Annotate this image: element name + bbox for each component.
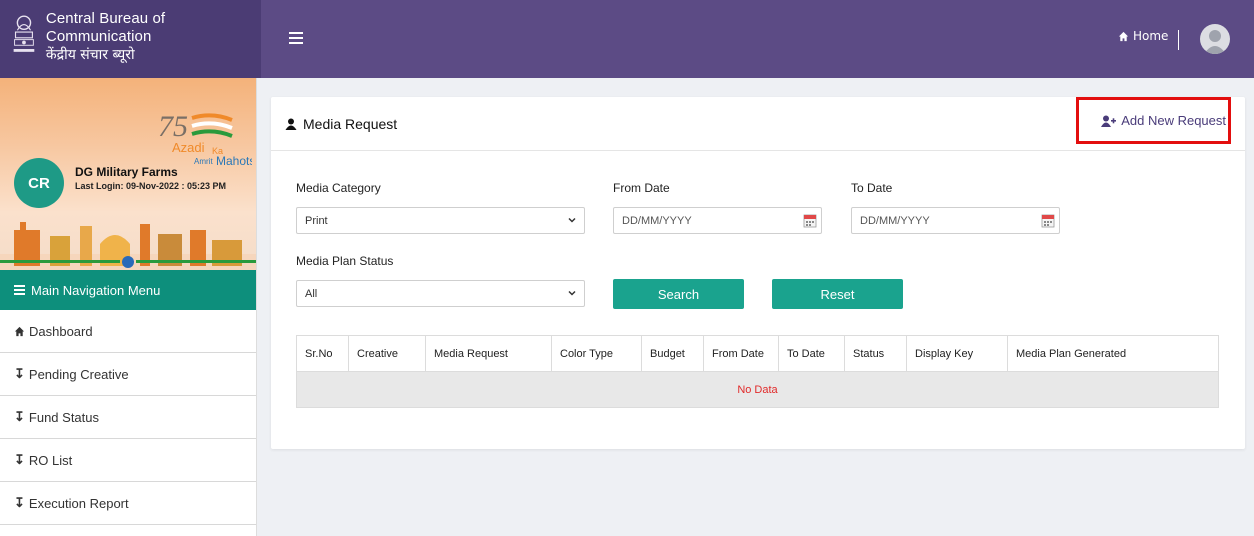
no-data-message: No Data — [296, 371, 1219, 408]
media-category-value: Print — [305, 214, 328, 227]
from-date-input[interactable]: DD/MM/YYYY — [613, 207, 822, 234]
table-header-row: Sr.No Creative Media Request Color Type … — [296, 335, 1219, 372]
azadi-ka-amrit-mahotsav-logo-icon: 75 Azadi Ka Amrit Mahotsav — [158, 110, 252, 168]
svg-text:Azadi: Azadi — [172, 140, 205, 155]
card-header: Media Request Add New Request — [271, 97, 1245, 151]
from-date-placeholder: DD/MM/YYYY — [622, 214, 692, 227]
home-link[interactable]: Home — [1118, 29, 1168, 43]
sidebar-item-label: Execution Report — [28, 495, 129, 511]
main-navigation-header: Main Navigation Menu — [0, 270, 256, 310]
divider — [1178, 30, 1179, 50]
media-category-label: Media Category — [296, 181, 381, 195]
user-avatar-icon[interactable] — [1200, 24, 1230, 54]
sidebar-item-ro-list[interactable]: ↧ RO List — [0, 439, 256, 482]
media-request-table: Sr.No Creative Media Request Color Type … — [296, 335, 1219, 408]
sidebar-item-label: RO List — [28, 452, 73, 468]
sidebar-item-pending-creative[interactable]: ↧ Pending Creative — [0, 353, 256, 396]
media-plan-status-select[interactable]: All — [296, 280, 585, 307]
sidebar-item-dashboard[interactable]: Dashboard — [0, 310, 256, 353]
chevron-down-icon — [568, 290, 576, 296]
national-emblem-icon — [8, 11, 40, 57]
column-header: Status — [844, 335, 907, 372]
column-header: Color Type — [551, 335, 642, 372]
add-new-request-label: Add New Request — [1121, 113, 1226, 128]
search-button[interactable]: Search — [613, 279, 744, 309]
add-new-request-button[interactable]: Add New Request — [1076, 97, 1231, 144]
user-plus-icon — [1101, 115, 1117, 127]
column-header: Media Plan Generated — [1007, 335, 1219, 372]
media-plan-status-label: Media Plan Status — [296, 254, 394, 268]
arrow-down-icon: ↧ — [14, 452, 25, 467]
profile-panel: 75 Azadi Ka Amrit Mahotsav CR DG Militar… — [0, 78, 256, 270]
brand-title-hindi: केंद्रीय संचार ब्यूरो — [45, 47, 135, 63]
home-icon — [14, 326, 25, 336]
sidebar: 75 Azadi Ka Amrit Mahotsav CR DG Militar… — [0, 78, 257, 536]
sidebar-item-label: Dashboard — [29, 323, 93, 339]
from-date-label: From Date — [613, 181, 670, 195]
column-header: From Date — [703, 335, 779, 372]
sidebar-item-execution-report[interactable]: ↧ Execution Report — [0, 482, 256, 525]
monuments-skyline-icon — [0, 222, 256, 270]
column-header: Display Key — [906, 335, 1008, 372]
arrow-down-icon: ↧ — [14, 366, 25, 381]
sidebar-item-label: Fund Status — [28, 409, 100, 425]
reset-button[interactable]: Reset — [772, 279, 903, 309]
arrow-down-icon: ↧ — [14, 495, 25, 510]
media-plan-status-value: All — [305, 287, 318, 300]
column-header: Media Request — [425, 335, 552, 372]
calendar-icon[interactable] — [1041, 212, 1055, 228]
last-login: Last Login: 09-Nov-2022 : 05:23 PM — [75, 181, 227, 191]
column-header: Creative — [348, 335, 426, 372]
page-title: Media Request — [285, 116, 397, 132]
list-icon — [14, 285, 25, 295]
chevron-down-icon — [568, 217, 576, 223]
user-icon — [285, 118, 297, 130]
to-date-label: To Date — [851, 181, 893, 195]
calendar-icon[interactable] — [803, 212, 817, 228]
to-date-input[interactable]: DD/MM/YYYY — [851, 207, 1060, 234]
column-header: Sr.No — [296, 335, 349, 372]
top-bar: Central Bureau of Communication केंद्रीय… — [0, 0, 1254, 78]
brand[interactable]: Central Bureau of Communication केंद्रीय… — [0, 0, 261, 78]
sidebar-item-fund-status[interactable]: ↧ Fund Status — [0, 396, 256, 439]
media-category-select[interactable]: Print — [296, 207, 585, 234]
column-header: To Date — [778, 335, 845, 372]
svg-text:75: 75 — [158, 110, 188, 143]
menu-toggle-icon[interactable] — [289, 32, 303, 44]
page-title-label: Media Request — [303, 115, 398, 132]
svg-text:Amrit: Amrit — [194, 157, 213, 166]
to-date-placeholder: DD/MM/YYYY — [860, 214, 930, 227]
home-icon — [1118, 31, 1129, 41]
home-label: Home — [1133, 29, 1169, 43]
nav-header-label: Main Navigation Menu — [31, 282, 161, 298]
media-request-card: Media Request Add New Request Media Cate… — [271, 97, 1245, 449]
svg-text:Mahotsav: Mahotsav — [216, 154, 252, 168]
table-row: No Data — [296, 371, 1219, 408]
profile-initials: CR — [14, 158, 64, 208]
profile-name: DG Military Farms — [75, 165, 178, 179]
arrow-down-icon: ↧ — [14, 409, 25, 424]
brand-title-english: Central Bureau of Communication — [45, 10, 166, 45]
sidebar-item-label: Pending Creative — [28, 366, 129, 382]
column-header: Budget — [641, 335, 704, 372]
